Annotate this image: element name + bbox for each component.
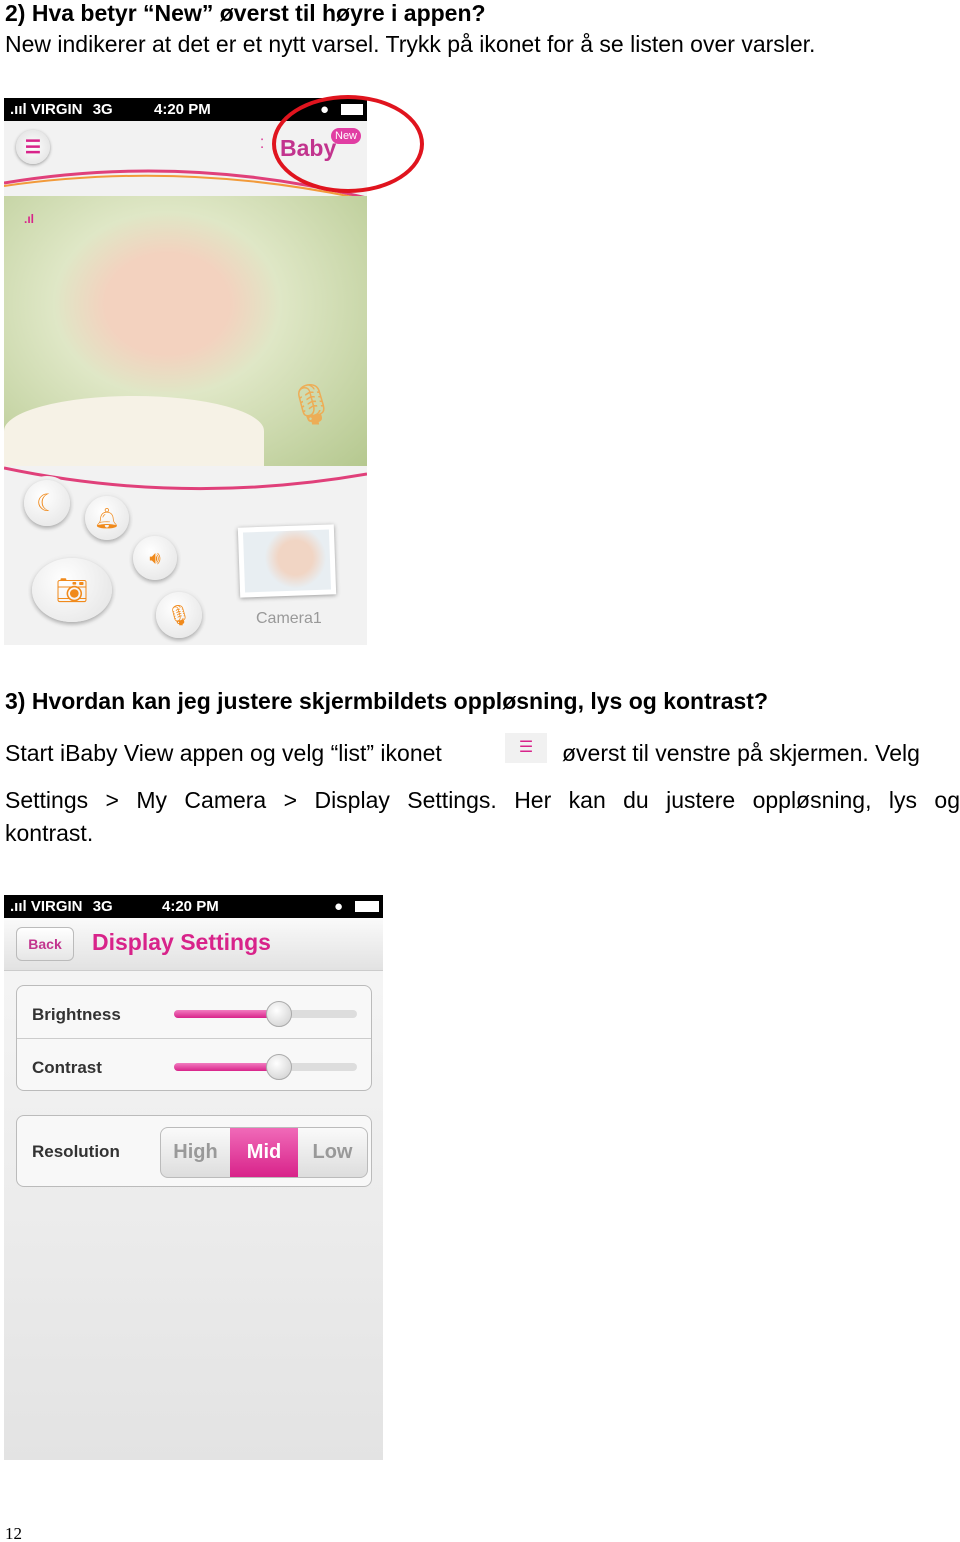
- signal-icon: .ııl: [10, 101, 27, 118]
- alarm-icon: ●: [334, 898, 344, 915]
- resolution-segmented-control[interactable]: High Mid Low: [160, 1127, 368, 1178]
- question-3-body-line2: Settings > My Camera > Display Settings.…: [5, 787, 960, 813]
- divider: [17, 1038, 371, 1039]
- microphone-icon: 🎙︎: [166, 604, 192, 627]
- status-bar: .ııl VIRGIN 3G 4:20 PM ●: [4, 895, 383, 918]
- question-2-body: New indikerer at det er et nytt varsel. …: [5, 31, 816, 57]
- night-mode-button[interactable]: ☾: [24, 480, 70, 526]
- document-page: 2) Hva betyr “New” øverst til høyre i ap…: [0, 0, 960, 1542]
- clock: 4:20 PM: [154, 101, 211, 118]
- network: 3G: [92, 101, 113, 118]
- adjustments-group: Brightness Contrast: [16, 985, 372, 1091]
- app-screenshot-display-settings: .ııl VIRGIN 3G 4:20 PM ● Back Display Se…: [4, 895, 383, 1460]
- microphone-overlay-icon[interactable]: 🎙: [286, 381, 337, 428]
- moon-icon: ☾: [36, 489, 58, 517]
- camera-thumbnail[interactable]: [237, 524, 337, 598]
- snapshot-button[interactable]: 📷︎: [32, 558, 112, 622]
- question-3-body-line3: kontrast.: [5, 820, 94, 846]
- brightness-slider[interactable]: [174, 1001, 357, 1027]
- contrast-slider[interactable]: [174, 1054, 357, 1080]
- question-3-body-line1b: øverst til venstre på skjermen. Velg: [562, 740, 920, 766]
- network: 3G: [92, 898, 113, 915]
- question-2-heading: 2) Hva betyr “New” øverst til høyre i ap…: [5, 0, 486, 26]
- question-3-body-line1a: Start iBaby View appen og velg “list” ik…: [5, 740, 442, 766]
- resolution-label: Resolution: [32, 1142, 120, 1161]
- blanket: [4, 396, 264, 466]
- brightness-slider-knob[interactable]: [266, 1001, 293, 1027]
- nav-bar: Back Display Settings: [4, 918, 383, 971]
- list-icon: ☰: [505, 733, 547, 763]
- carrier: VIRGIN: [30, 898, 83, 915]
- brightness-label: Brightness: [32, 1005, 121, 1024]
- clock: 4:20 PM: [162, 898, 219, 915]
- question-3-heading: 3) Hvordan kan jeg justere skjermbildets…: [5, 688, 768, 714]
- resolution-option-high[interactable]: High: [161, 1128, 230, 1177]
- camera-name: Camera1: [256, 610, 322, 627]
- alarm-button[interactable]: 🔔︎: [85, 496, 129, 540]
- screen-title: Display Settings: [92, 929, 271, 955]
- contrast-label: Contrast: [32, 1058, 102, 1077]
- resolution-group: Resolution High Mid Low: [16, 1115, 372, 1187]
- camera-video-feed: .ıl 🎙: [4, 196, 367, 466]
- signal-strength-icon: .ıl: [24, 212, 35, 226]
- camera-icon: 📷︎: [55, 574, 89, 605]
- talk-button[interactable]: 🎙︎: [156, 592, 202, 638]
- speaker-icon: 🔊︎: [149, 547, 161, 568]
- resolution-option-mid[interactable]: Mid: [230, 1128, 298, 1177]
- signal-icon: .ııl: [10, 898, 27, 915]
- contrast-fill: [174, 1063, 279, 1071]
- thumbnail-image: [242, 529, 332, 593]
- bell-icon: 🔔︎: [94, 507, 120, 530]
- highlight-circle: [272, 95, 424, 193]
- resolution-option-low[interactable]: Low: [298, 1128, 367, 1177]
- battery-icon: [355, 901, 379, 912]
- loading-dots-icon: ⁚: [260, 136, 265, 151]
- speaker-button[interactable]: 🔊︎: [133, 536, 177, 580]
- contrast-slider-knob[interactable]: [266, 1054, 293, 1080]
- brightness-fill: [174, 1010, 279, 1018]
- carrier: VIRGIN: [30, 101, 83, 118]
- back-button[interactable]: Back: [16, 927, 74, 961]
- page-number: 12: [5, 1524, 22, 1542]
